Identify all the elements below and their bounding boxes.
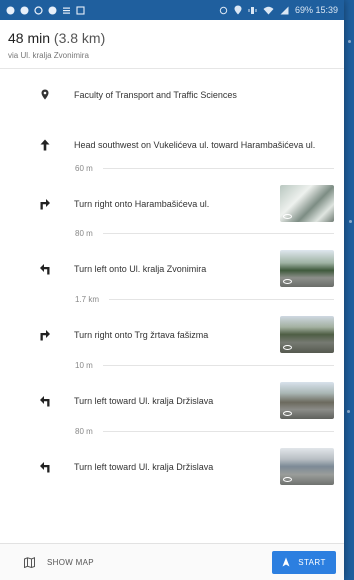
system-icons: 69% 15:39 <box>219 5 338 15</box>
location-icon <box>234 5 242 15</box>
notification-icons <box>6 5 85 15</box>
battery-time-text: 69% 15:39 <box>294 5 338 15</box>
show-map-label: SHOW MAP <box>47 557 94 567</box>
step-distance-separator: 1.7 km <box>75 295 334 304</box>
notification-icon <box>20 6 29 14</box>
route-summary: 48 min (3.8 km) via Ul. kralja Zvonimira <box>0 20 344 69</box>
street-view-thumbnail[interactable] <box>280 250 334 287</box>
step-distance-separator: 60 m <box>75 164 334 173</box>
street-view-360-icon <box>283 477 292 482</box>
bottom-action-bar: SHOW MAP START <box>0 543 344 580</box>
step-text: Faculty of Transport and Traffic Science… <box>74 89 237 100</box>
eta-row: 48 min (3.8 km) <box>8 30 336 46</box>
notification-icon <box>6 6 15 14</box>
messenger-icon <box>48 6 57 14</box>
background-sparkle <box>347 410 350 413</box>
phone-screen: 69% 15:39 48 min (3.8 km) via Ul. kralja… <box>0 0 344 580</box>
step-distance: 80 m <box>75 229 93 238</box>
eta-time: 48 min <box>8 30 51 46</box>
route-distance: (3.8 km) <box>53 30 106 46</box>
whatsapp-icon <box>34 5 43 15</box>
turn-right-icon <box>30 198 60 210</box>
street-view-360-icon <box>283 214 292 219</box>
show-map-button[interactable]: SHOW MAP <box>24 556 94 568</box>
street-view-360-icon <box>283 279 292 284</box>
image-icon <box>76 5 85 15</box>
vibrate-icon <box>248 6 257 14</box>
direction-step[interactable]: Turn right onto Trg žrtava fašizma <box>0 316 344 353</box>
background-sparkle <box>348 40 351 43</box>
step-distance-separator: 80 m <box>75 427 334 436</box>
place-pin-icon <box>30 89 60 100</box>
wifi-icon <box>263 6 274 14</box>
sync-icon <box>219 6 228 14</box>
street-view-360-icon <box>283 345 292 350</box>
step-text: Turn right onto Trg žrtava fašizma <box>74 329 209 340</box>
step-text: Head southwest on Vukelićeva ul. toward … <box>74 140 316 150</box>
step-distance-separator: 10 m <box>75 361 334 370</box>
start-label: START <box>298 557 326 567</box>
turn-left-icon <box>30 263 60 275</box>
turn-right-icon <box>30 329 60 341</box>
direction-step[interactable]: Turn left toward Ul. kralja Držislava <box>0 448 344 485</box>
signal-icon <box>280 6 289 14</box>
street-view-360-icon <box>283 411 292 416</box>
menu-icon <box>63 7 70 14</box>
status-bar: 69% 15:39 <box>0 0 344 20</box>
step-distance: 60 m <box>75 164 93 173</box>
street-view-thumbnail[interactable] <box>280 185 334 222</box>
step-text: Turn left toward Ul. kralja Držislava <box>74 395 214 406</box>
direction-step[interactable]: Faculty of Transport and Traffic Science… <box>0 89 344 100</box>
arrow-up-icon <box>30 139 60 151</box>
map-icon <box>24 556 35 568</box>
step-text: Turn left toward Ul. kralja Držislava <box>74 461 214 472</box>
direction-step[interactable]: Turn left toward Ul. kralja Držislava <box>0 382 344 419</box>
direction-step[interactable]: Head southwest on Vukelićeva ul. toward … <box>0 139 344 151</box>
step-text: Turn right onto Harambašićeva ul. <box>74 198 210 209</box>
street-view-thumbnail[interactable] <box>280 382 334 419</box>
turn-left-icon <box>30 461 60 473</box>
step-distance: 80 m <box>75 427 93 436</box>
step-distance: 1.7 km <box>75 295 100 304</box>
step-distance-separator: 80 m <box>75 229 334 238</box>
street-view-thumbnail[interactable] <box>280 316 334 353</box>
step-text: Turn left onto Ul. kralja Zvonimira <box>74 263 207 274</box>
start-button[interactable]: START <box>272 550 336 574</box>
via-text: via Ul. kralja Zvonimira <box>8 51 89 60</box>
direction-step[interactable]: Turn left onto Ul. kralja Zvonimira <box>0 250 344 287</box>
street-view-thumbnail[interactable] <box>280 448 334 485</box>
direction-step[interactable]: Turn right onto Harambašićeva ul. <box>0 185 344 222</box>
background-sparkle <box>349 220 352 223</box>
turn-left-icon <box>30 395 60 407</box>
navigation-arrow-icon <box>282 557 290 567</box>
step-distance: 10 m <box>75 361 93 370</box>
